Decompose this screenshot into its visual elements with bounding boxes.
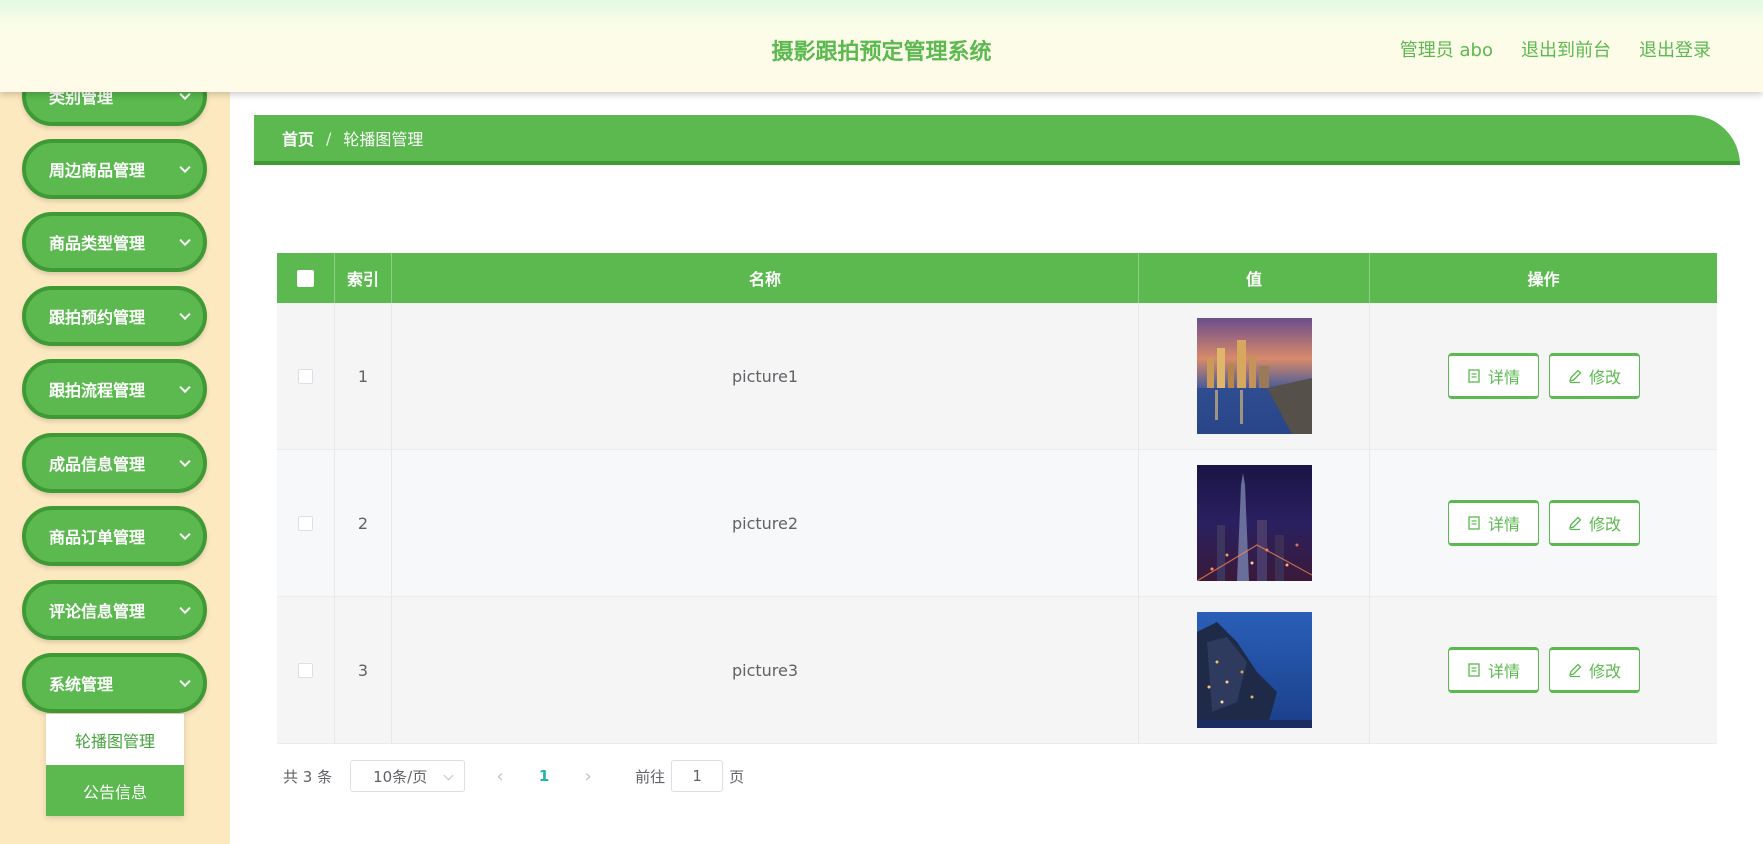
row-index: 1 (335, 303, 392, 450)
header-actions: 操作 (1527, 270, 1560, 289)
next-page-icon[interactable]: › (583, 760, 593, 792)
carousel-thumbnail[interactable] (1196, 465, 1312, 581)
sidebar-item-merch[interactable]: 周边商品管理 (22, 139, 207, 199)
detail-button[interactable]: 详情 (1447, 500, 1539, 546)
carousel-thumbnail[interactable] (1196, 318, 1312, 434)
row-name: picture3 (392, 597, 1139, 744)
goto-suffix: 页 (729, 767, 745, 786)
row-checkbox[interactable] (298, 662, 313, 678)
header-value: 值 (1139, 253, 1370, 303)
top-header: 摄影跟拍预定管理系统 管理员 abo 退出到前台 退出登录 (0, 0, 1763, 92)
breadcrumb-current: 轮播图管理 (343, 130, 424, 149)
row-select-cell (277, 450, 335, 597)
prev-page-icon[interactable]: ‹ (495, 760, 505, 792)
document-icon (1468, 663, 1480, 677)
header-select-cell (277, 253, 335, 303)
sidebar-item-label: 商品订单管理 (49, 528, 146, 547)
sidebar-item-comments[interactable]: 评论信息管理 (22, 580, 207, 640)
chevron-down-icon (179, 234, 191, 247)
sidebar-item-label: 成品信息管理 (49, 455, 146, 474)
edit-button[interactable]: 修改 (1548, 353, 1640, 399)
goto-page: 前往 1 页 (635, 760, 744, 792)
document-icon (1468, 516, 1480, 530)
row-index: 3 (335, 597, 392, 744)
table-row: 1 picture1 详情 修改 (277, 303, 1717, 450)
sidebar-item-product-type[interactable]: 商品类型管理 (22, 212, 207, 272)
goto-page-input[interactable]: 1 (671, 760, 724, 792)
breadcrumb: 首页 / 轮播图管理 (254, 115, 1740, 165)
logout-link[interactable]: 退出登录 (1639, 36, 1711, 62)
pencil-icon (1569, 369, 1582, 384)
page-size-select[interactable]: 10条/页 (350, 760, 466, 792)
sidebar-item-finished[interactable]: 成品信息管理 (22, 433, 207, 493)
row-index: 2 (335, 450, 392, 597)
header-index: 索引 (335, 253, 392, 303)
detail-label: 详情 (1487, 515, 1520, 534)
document-icon (1468, 369, 1480, 383)
detail-button[interactable]: 详情 (1447, 353, 1539, 399)
row-select-cell (277, 303, 335, 450)
chevron-down-icon (179, 161, 191, 174)
exit-front-link[interactable]: 退出到前台 (1521, 36, 1611, 62)
pagination: 共 3 条 10条/页 ‹ 1 › 前往 1 页 (283, 760, 744, 792)
sidebar-item-orders[interactable]: 商品订单管理 (22, 506, 207, 566)
sidebar-item-label: 周边商品管理 (49, 161, 146, 180)
row-value-cell (1139, 597, 1370, 744)
page-size-value: 10条/页 (373, 767, 428, 786)
carousel-thumbnail[interactable] (1196, 612, 1312, 728)
submenu-item-notice[interactable]: 公告信息 (46, 765, 184, 816)
row-actions-cell: 详情 修改 (1370, 303, 1717, 450)
row-value-cell (1139, 450, 1370, 597)
pagination-total: 共 3 条 (283, 767, 333, 786)
row-checkbox[interactable] (298, 515, 313, 531)
breadcrumb-separator: / (326, 128, 332, 148)
table-header: 索引 名称 值 操作 (277, 253, 1717, 303)
breadcrumb-home[interactable]: 首页 (282, 126, 314, 150)
header-name: 名称 (392, 253, 1139, 303)
chevron-down-icon (179, 308, 191, 321)
row-value-cell (1139, 303, 1370, 450)
admin-label: 管理员 abo (1399, 40, 1493, 61)
chevron-down-icon (443, 770, 454, 781)
edit-button[interactable]: 修改 (1548, 500, 1640, 546)
sidebar-item-process[interactable]: 跟拍流程管理 (22, 359, 207, 419)
chevron-down-icon (179, 381, 191, 394)
edit-label: 修改 (1588, 662, 1621, 681)
header-actions: 管理员 abo 退出到前台 退出登录 (1400, 36, 1711, 62)
detail-label: 详情 (1487, 368, 1520, 387)
row-actions-cell: 详情 修改 (1370, 450, 1717, 597)
sidebar-item-label: 评论信息管理 (49, 602, 146, 621)
pencil-icon (1569, 516, 1582, 531)
carousel-table: 索引 名称 值 操作 1 picture1 详情 修改 2 picture2 详… (277, 253, 1717, 744)
table-row: 2 picture2 详情 修改 (277, 450, 1717, 597)
goto-prefix: 前往 (635, 767, 666, 786)
row-checkbox[interactable] (298, 368, 313, 384)
sidebar-item-label: 系统管理 (49, 675, 114, 694)
sidebar-item-label: 商品类型管理 (49, 234, 146, 253)
row-select-cell (277, 597, 335, 744)
detail-button[interactable]: 详情 (1447, 647, 1539, 693)
row-name: picture1 (392, 303, 1139, 450)
row-actions-cell: 详情 修改 (1370, 597, 1717, 744)
sidebar: 类别管理 周边商品管理 商品类型管理 跟拍预约管理 跟拍流程管理 成品信息管理 … (0, 0, 230, 844)
row-name: picture2 (392, 450, 1139, 597)
select-all-checkbox[interactable] (297, 269, 314, 287)
sidebar-item-booking[interactable]: 跟拍预约管理 (22, 286, 207, 346)
detail-label: 详情 (1487, 662, 1520, 681)
page-number-current[interactable]: 1 (527, 767, 561, 785)
chevron-down-icon (179, 675, 191, 688)
edit-label: 修改 (1588, 515, 1621, 534)
system-submenu: 轮播图管理 公告信息 (46, 714, 184, 816)
pencil-icon (1569, 663, 1582, 678)
sidebar-item-label: 跟拍流程管理 (49, 381, 146, 400)
submenu-item-carousel[interactable]: 轮播图管理 (46, 714, 184, 765)
edit-label: 修改 (1588, 368, 1621, 387)
chevron-down-icon (179, 455, 191, 468)
table-row: 3 picture3 详情 修改 (277, 597, 1717, 744)
sidebar-item-system[interactable]: 系统管理 (22, 653, 207, 713)
edit-button[interactable]: 修改 (1548, 647, 1640, 693)
sidebar-item-label: 跟拍预约管理 (49, 308, 146, 327)
chevron-down-icon (179, 602, 191, 615)
chevron-down-icon (179, 528, 191, 541)
